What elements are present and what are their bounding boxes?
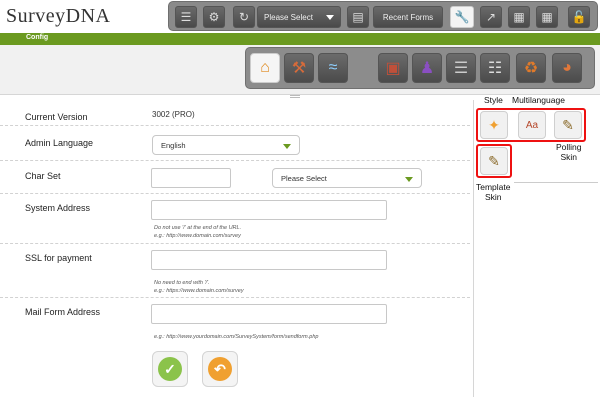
mail-form-address-label: Mail Form Address	[25, 307, 101, 317]
system-address-input[interactable]	[151, 200, 387, 220]
ssl-payment-input[interactable]	[151, 250, 387, 270]
divider	[0, 243, 470, 244]
piechart-icon[interactable]: ◕	[552, 53, 582, 83]
library-icon[interactable]: ▦	[508, 6, 530, 28]
recent-forms-label: Recent Forms	[382, 12, 434, 22]
ssl-payment-hint: No need to end with '/'. e.g.: https://w…	[154, 280, 244, 294]
ssl-payment-label: SSL for payment	[25, 253, 92, 263]
puzzle-icon: ✦	[488, 116, 500, 133]
undo-icon: ↶	[208, 357, 232, 381]
chat-icon[interactable]: ☰	[175, 6, 197, 28]
multilanguage-button[interactable]: Aa	[518, 111, 546, 139]
chevron-down-icon	[326, 15, 334, 20]
current-version-value: 3002 (PRO)	[152, 110, 195, 119]
admin-language-label: Admin Language	[25, 138, 94, 148]
char-set-input[interactable]	[151, 168, 231, 188]
char-set-select-value: Please Select	[281, 173, 327, 183]
briefcase-icon[interactable]: ▣	[378, 53, 408, 83]
tools-icon[interactable]: ⚒	[284, 53, 314, 83]
char-set-label: Char Set	[25, 171, 61, 181]
sync-icon[interactable]: ↻	[233, 6, 255, 28]
section-bar: Config	[0, 33, 600, 45]
mail-form-address-input[interactable]	[151, 304, 387, 324]
divider	[514, 182, 598, 183]
multilanguage-label: Multilanguage	[512, 95, 565, 105]
skin-panel: Style Multilanguage ✦ Aa ✎ Polling Skin ✎…	[473, 95, 600, 397]
current-version-label: Current Version	[25, 112, 88, 122]
admin-language-value: English	[161, 140, 186, 150]
config-tabs: ⌂ ⚒ ≈ ▣ ♟ ☰ ☷ ♻ ◕	[245, 47, 595, 89]
template-skin-button[interactable]: ✎	[480, 147, 508, 175]
save-button[interactable]: ✓	[152, 351, 188, 387]
app-logo[interactable]: SurveyDNA	[6, 5, 111, 28]
divider	[0, 160, 470, 161]
template-skin-label: Template Skin	[476, 182, 511, 202]
database-icon[interactable]: ☰	[446, 53, 476, 83]
chevron-down-icon	[283, 144, 291, 149]
resize-handle[interactable]	[290, 95, 300, 98]
network-icon[interactable]: ☷	[480, 53, 510, 83]
system-address-hint: Do not use '/' at the end of the URL. e.…	[154, 225, 242, 239]
form-select-value: Please Select	[264, 12, 313, 22]
divider	[0, 297, 470, 298]
system-address-label: System Address	[25, 203, 91, 213]
chart-icon[interactable]: ▦	[536, 6, 558, 28]
settings-icon[interactable]: ⚙	[203, 6, 225, 28]
clipboard-icon: ✎	[488, 152, 500, 169]
recent-forms-button[interactable]: Recent Forms	[373, 6, 443, 28]
clipboard-icon: ✎	[562, 116, 574, 133]
book-icon[interactable]: ▤	[347, 6, 369, 28]
section-label: Config	[26, 34, 49, 41]
divider	[0, 193, 470, 194]
divider	[0, 125, 470, 126]
style-label: Style	[484, 95, 503, 105]
check-icon: ✓	[158, 357, 182, 381]
config-form: Current Version 3002 (PRO) Admin Languag…	[0, 100, 470, 397]
users-icon[interactable]: ♟	[412, 53, 442, 83]
polling-skin-button[interactable]: ✎	[554, 111, 582, 139]
form-select[interactable]: Please Select	[257, 6, 341, 28]
wrench-icon[interactable]: 🔧	[450, 6, 474, 28]
language-book-icon: Aa	[525, 119, 539, 131]
recycle-icon[interactable]: ♻	[516, 53, 546, 83]
char-set-select[interactable]: Please Select	[272, 168, 422, 188]
admin-language-select[interactable]: English	[152, 135, 300, 155]
wireless-icon[interactable]: ≈	[318, 53, 348, 83]
style-button[interactable]: ✦	[480, 111, 508, 139]
main-toolbar: ☰ ⚙ ↻ Please Select ▤ Recent Forms 🔧 ↗ ▦…	[168, 1, 598, 31]
top-bar: SurveyDNA ☰ ⚙ ↻ Please Select ▤ Recent F…	[0, 0, 600, 33]
mail-form-address-hint: e.g.: http://www.yourdomain.com/SurveySy…	[154, 334, 319, 340]
polling-skin-label: Polling Skin	[556, 142, 582, 162]
export-icon[interactable]: ↗	[480, 6, 502, 28]
reset-button[interactable]: ↶	[202, 351, 238, 387]
home-icon[interactable]: ⌂	[250, 53, 280, 83]
config-subbar: ⌂ ⚒ ≈ ▣ ♟ ☰ ☷ ♻ ◕	[0, 45, 600, 95]
chevron-down-icon	[405, 177, 413, 182]
unlock-icon[interactable]: 🔓	[568, 6, 590, 28]
